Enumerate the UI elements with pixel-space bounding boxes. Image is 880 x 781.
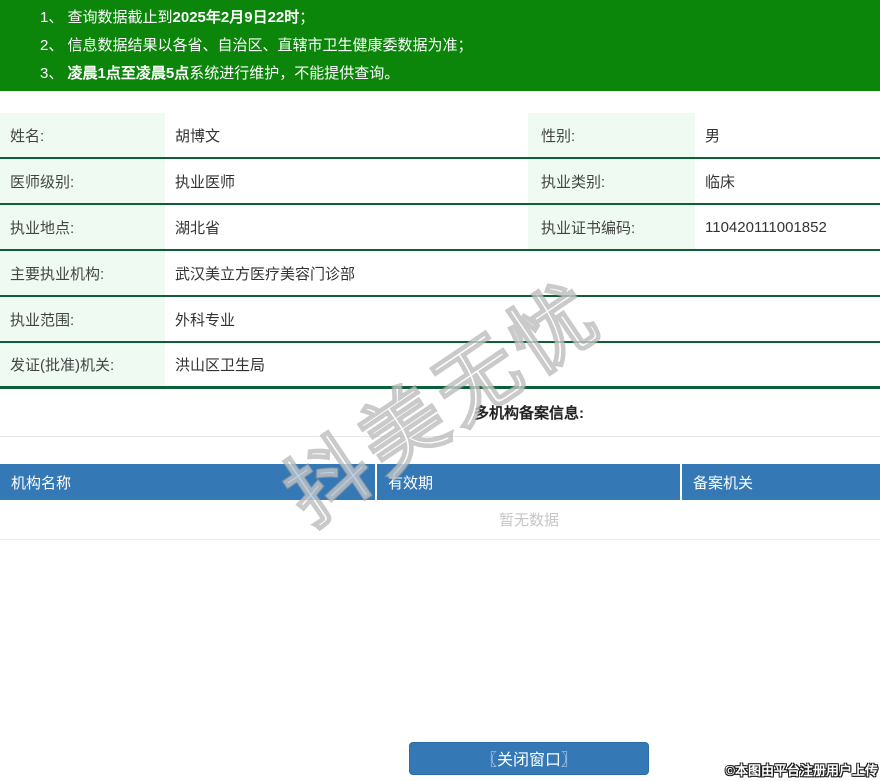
practice-category-label: 执业类别: xyxy=(528,159,695,203)
main-org-label: 主要执业机构: xyxy=(0,251,165,295)
column-header-validity: 有效期 xyxy=(377,464,682,500)
notice-header: 1、 查询数据截止到2025年2月9日22时； 2、 信息数据结果以各省、自治区… xyxy=(0,0,880,91)
doctor-info-table: 姓名: 胡博文 性别: 男 医师级别: 执业医师 执业类别: 临床 执业地点: … xyxy=(0,113,880,389)
practice-place-label: 执业地点: xyxy=(0,205,165,249)
notice-2-text: 2、 信息数据结果以各省、自治区、直辖市卫生健康委数据为准； xyxy=(40,37,473,54)
cert-number-value: 110420111001852 xyxy=(705,218,827,236)
table-row-level-category: 医师级别: 执业医师 执业类别: 临床 xyxy=(0,159,880,205)
main-org-value: 武汉美立方医疗美容门诊部 xyxy=(175,265,356,283)
doctor-level-label: 医师级别: xyxy=(0,159,165,203)
notice-1-bold: 2025年2月9日22时 xyxy=(172,9,300,26)
filing-table-header: 机构名称 有效期 备案机关 xyxy=(0,464,880,500)
notice-line-1: 1、 查询数据截止到2025年2月9日22时； xyxy=(40,4,880,32)
table-row-name-gender: 姓名: 胡博文 性别: 男 xyxy=(0,113,880,159)
table-row-main-org: 主要执业机构: 武汉美立方医疗美容门诊部 xyxy=(0,251,880,297)
no-data-text: 暂无数据 xyxy=(498,512,559,529)
upload-stamp: ©本图由平台注册用户上传 xyxy=(725,763,878,778)
table-row-issuer: 发证(批准)机关: 洪山区卫生局 xyxy=(0,343,880,389)
gender-label: 性别: xyxy=(528,113,695,157)
notice-3-text: 3、 xyxy=(40,65,68,82)
close-window-button[interactable]: 〖关闭窗口〗 xyxy=(409,742,649,775)
notice-3-bold: 凌晨1点至凌晨5点 xyxy=(67,65,190,82)
practice-category-value: 临床 xyxy=(705,173,736,191)
issuer-value: 洪山区卫生局 xyxy=(175,357,266,374)
name-label: 姓名: xyxy=(0,113,165,157)
notice-line-3: 3、 凌晨1点至凌晨5点系统进行维护，不能提供查询。 xyxy=(40,60,880,88)
table-row-scope: 执业范围: 外科专业 xyxy=(0,297,880,343)
name-value: 胡博文 xyxy=(175,127,221,145)
doctor-level-value: 执业医师 xyxy=(175,173,236,191)
table-row-place-cert: 执业地点: 湖北省 执业证书编码: 110420111001852 xyxy=(0,205,880,251)
multi-org-section-title: 多机构备案信息: xyxy=(474,405,584,422)
practice-scope-value: 外科专业 xyxy=(175,311,236,329)
column-header-filing-authority: 备案机关 xyxy=(693,474,754,492)
column-header-org-name: 机构名称 xyxy=(0,464,377,500)
issuer-label: 发证(批准)机关: xyxy=(0,343,165,386)
practice-scope-label: 执业范围: xyxy=(0,297,165,341)
notice-line-2: 2、 信息数据结果以各省、自治区、直辖市卫生健康委数据为准； xyxy=(40,32,880,60)
notice-3-suffix: 系统进行维护，不能提供查询。 xyxy=(189,65,400,82)
multi-org-section-heading: 多机构备案信息: xyxy=(0,389,880,437)
gender-value: 男 xyxy=(705,127,721,145)
notice-1-text: 1、 查询数据截止到 xyxy=(40,9,173,26)
cert-number-label: 执业证书编码: xyxy=(528,205,695,249)
filing-table-empty-row: 暂无数据 xyxy=(0,500,880,540)
practice-place-value: 湖北省 xyxy=(175,219,221,237)
notice-1-suffix: ； xyxy=(299,9,315,26)
